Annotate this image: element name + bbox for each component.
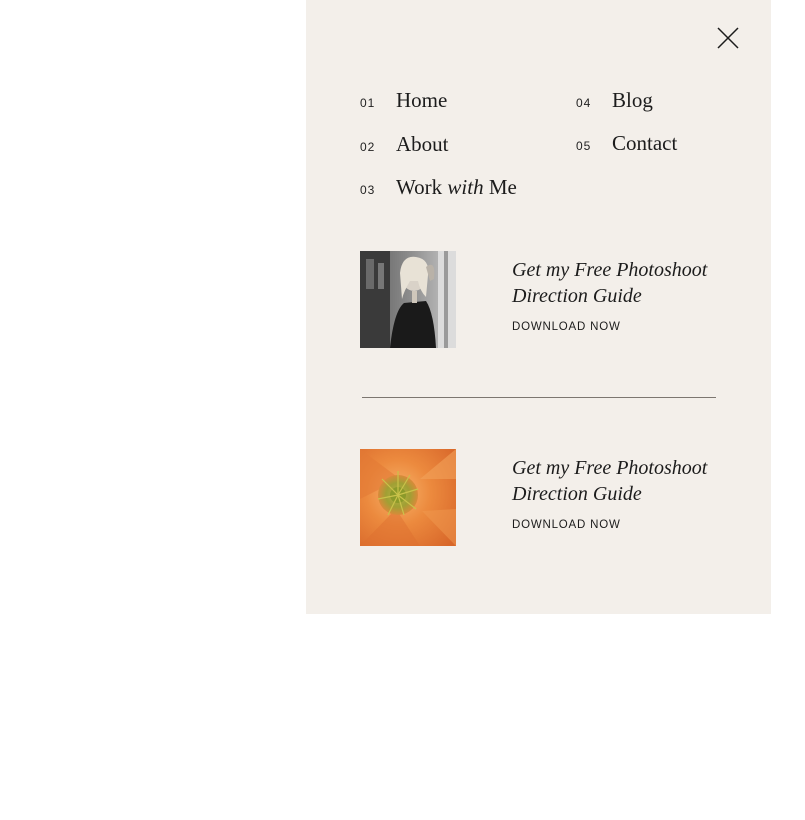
nav-label: Home [396, 88, 448, 112]
orange-poppy-photo[interactable] [360, 449, 456, 546]
orange-poppy-photo-image [360, 449, 456, 546]
nav-label-part: Work [396, 175, 448, 199]
promo-card: Get my Free Photoshoot Direction Guide D… [360, 449, 716, 546]
download-now-link[interactable]: DOWNLOAD NOW [512, 321, 621, 333]
nav-number: 04 [576, 96, 592, 110]
nav-number: 03 [360, 183, 376, 197]
nav-label: Work with Me [396, 175, 517, 200]
nav-item-contact[interactable]: 05 Contact [576, 131, 677, 156]
promo-title: Get my Free Photoshoot Direction Guide [512, 457, 708, 505]
divider [362, 397, 716, 398]
promo-title: Get my Free Photoshoot Direction Guide [512, 259, 708, 307]
nav-label: Contact [612, 131, 678, 155]
nav-item-about[interactable]: 02 About [360, 132, 449, 157]
portrait-photo-image [360, 251, 456, 348]
nav-number: 02 [360, 140, 376, 154]
close-icon [717, 27, 739, 49]
promo-card: Get my Free Photoshoot Direction Guide D… [360, 251, 716, 348]
nav-label: Blog [612, 88, 653, 112]
nav-number: 05 [576, 139, 592, 153]
nav-label-part: Me [483, 175, 517, 199]
menu-panel: 01 Home 02 About 03 Work with Me 04 Blog… [306, 0, 771, 614]
nav-item-blog[interactable]: 04 Blog [576, 88, 653, 113]
nav-item-work-with-me[interactable]: 03 Work with Me [360, 175, 517, 200]
download-now-link[interactable]: DOWNLOAD NOW [512, 519, 621, 531]
nav-label-italic: with [447, 175, 484, 199]
nav-item-home[interactable]: 01 Home [360, 88, 447, 113]
portrait-photo[interactable] [360, 251, 456, 348]
nav-label: About [396, 132, 449, 156]
nav-number: 01 [360, 96, 376, 110]
close-button[interactable] [716, 26, 740, 50]
